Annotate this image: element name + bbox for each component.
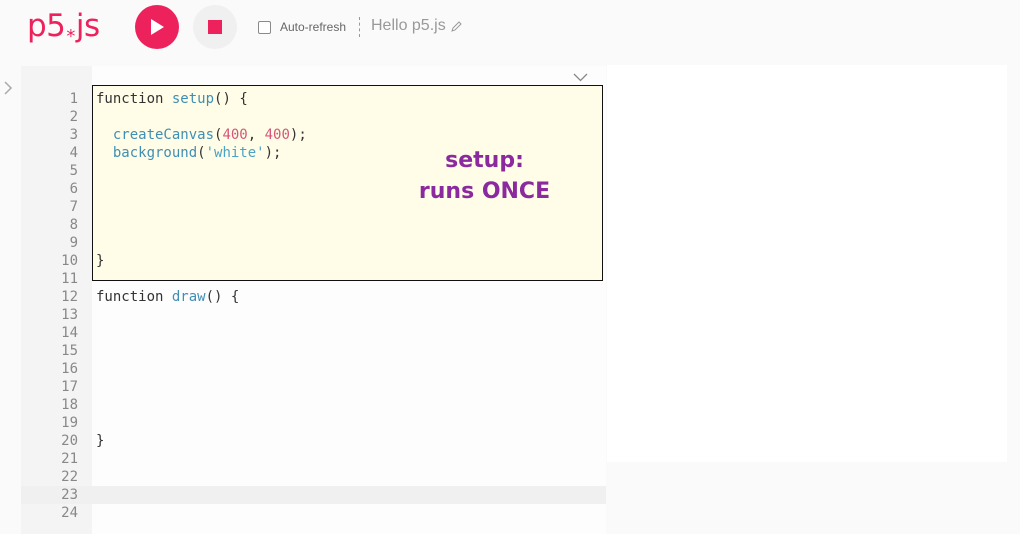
annotation-line-1: setup: [445, 148, 524, 173]
code-line: 10} [21, 252, 606, 270]
line-number: 19 [61, 415, 78, 431]
code-line: 21 [21, 450, 606, 468]
code-line: 20} [21, 432, 606, 450]
logo-star: * [66, 26, 75, 47]
code-text: } [96, 433, 105, 449]
code-text: function setup() { [96, 91, 248, 107]
code-text: createCanvas(400, 400); [112, 127, 307, 143]
line-number: 8 [69, 217, 78, 233]
stop-icon [208, 20, 222, 34]
line-number: 9 [69, 235, 78, 251]
code-text: } [96, 253, 105, 269]
code-line: 15 [21, 342, 606, 360]
line-number: 18 [61, 397, 78, 413]
line-number: 16 [61, 361, 78, 377]
line-number: 13 [61, 307, 78, 323]
stop-button[interactable] [193, 5, 237, 49]
code-line: 14 [21, 324, 606, 342]
line-number: 6 [69, 181, 78, 197]
setup-annotation: setup: runs ONCE [417, 145, 552, 207]
line-number: 7 [69, 199, 78, 215]
line-number: 15 [61, 343, 78, 359]
line-number: 22 [61, 469, 78, 485]
line-number: 17 [61, 379, 78, 395]
code-line: 19 [21, 414, 606, 432]
code-line: 18 [21, 396, 606, 414]
line-number: 24 [61, 505, 78, 521]
line-number: 1 [69, 91, 78, 107]
auto-refresh-checkbox[interactable] [258, 20, 271, 34]
chevron-down-icon[interactable] [573, 73, 588, 82]
code-text: function draw() { [96, 289, 240, 305]
p5js-logo[interactable]: p5*js [27, 6, 100, 57]
code-line: 1 function setup() { [21, 90, 606, 108]
auto-refresh-toggle[interactable]: Auto-refresh [258, 20, 346, 34]
logo-js: js [75, 8, 100, 44]
line-number: 12 [61, 289, 78, 305]
line-number: 3 [69, 127, 78, 143]
logo-p5: p5 [27, 8, 66, 44]
expand-sidebar-icon[interactable] [3, 80, 13, 96]
code-line: 17 [21, 378, 606, 396]
annotation-line-2: runs ONCE [418, 179, 551, 204]
line-number: 21 [61, 451, 78, 467]
code-line: 13 [21, 306, 606, 324]
pencil-icon[interactable] [450, 20, 462, 32]
line-number: 11 [61, 271, 78, 287]
code-line: 2 [21, 108, 606, 126]
header-divider [359, 17, 361, 37]
code-line-active: 23 [21, 486, 606, 504]
line-number: 20 [61, 433, 78, 449]
code-line: 24 [21, 504, 606, 522]
sketch-name-text: Hello p5.js [371, 17, 446, 34]
play-icon [151, 19, 164, 35]
sketch-preview [607, 65, 1007, 462]
code-line: 22 [21, 468, 606, 486]
code-line: 3 createCanvas(400, 400); [21, 126, 606, 144]
line-number: 5 [69, 163, 78, 179]
line-number: 2 [69, 109, 78, 125]
code-line: 12 function draw() { [21, 288, 606, 306]
line-number: 10 [61, 253, 78, 269]
line-number: 4 [69, 145, 78, 161]
auto-refresh-label: Auto-refresh [280, 20, 347, 34]
code-line: 11 [21, 270, 606, 288]
code-line: 8 [21, 216, 606, 234]
sketch-name[interactable]: Hello p5.js [371, 17, 462, 35]
play-button[interactable] [135, 5, 179, 49]
code-line: 9 [21, 234, 606, 252]
code-line: 16 [21, 360, 606, 378]
line-number: 23 [61, 487, 78, 503]
line-number: 14 [61, 325, 78, 341]
code-text: background('white'); [112, 145, 282, 161]
